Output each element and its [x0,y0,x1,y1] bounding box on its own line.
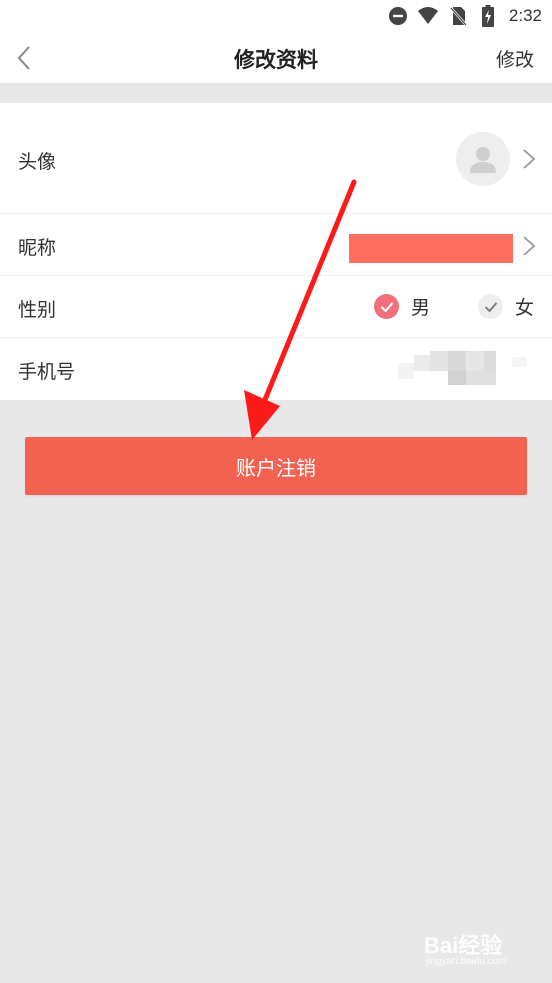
phone-value-redacted [398,351,530,385]
modify-button[interactable]: 修改 [496,45,534,72]
nav-bar: 修改资料 修改 [0,32,552,84]
annotation-arrow-icon [244,179,357,440]
gender-option-label: 女 [515,297,535,319]
gender-option-label: 男 [411,297,431,319]
avatar-label: 头像 [18,151,57,173]
gender-option-male[interactable]: 男 [374,293,430,320]
watermark-url: jingyan.baidu.com [426,956,507,967]
default-user-avatar-icon [470,147,496,173]
gender-label: 性别 [18,299,57,321]
back-button[interactable] [8,42,40,74]
nickname-value-redacted [349,234,513,263]
phone-label: 手机号 [18,361,76,383]
battery-charging-icon [477,5,499,27]
no-sim-icon [447,5,469,27]
check-circle-unselected-icon [478,294,503,319]
chevron-right-icon [523,236,536,256]
chevron-left-icon [17,46,30,70]
status-bar: 2:32 [0,0,552,32]
status-time: 2:32 [508,6,542,25]
do-not-disturb-icon [387,5,409,27]
watermark-logo: Bai经验 jingyan.baidu.com [424,924,534,972]
check-circle-selected-icon [374,294,399,319]
page-title: 修改资料 [234,48,318,72]
nickname-label: 昵称 [18,237,57,259]
wifi-icon [417,5,439,27]
avatar[interactable] [456,132,510,186]
gender-option-female[interactable]: 女 [478,293,534,320]
chevron-right-icon [523,149,536,169]
